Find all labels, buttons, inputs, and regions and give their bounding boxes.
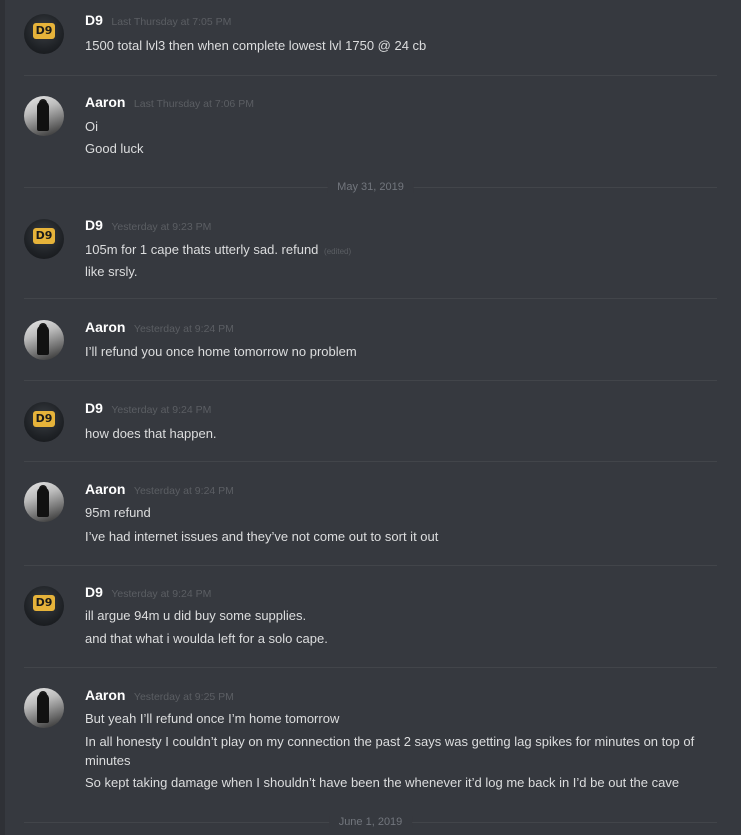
d9-logo-icon: D9 bbox=[33, 411, 55, 427]
message-header: Aaron Yesterday at 9:24 PM bbox=[85, 481, 234, 499]
username[interactable]: D9 bbox=[85, 400, 103, 416]
username[interactable]: Aaron bbox=[85, 481, 125, 497]
timestamp[interactable]: Last Thursday at 7:06 PM bbox=[134, 98, 254, 110]
date-divider-label: May 31, 2019 bbox=[327, 181, 414, 193]
message-divider bbox=[24, 565, 717, 566]
message-text: ill argue 94m u did buy some supplies. bbox=[85, 608, 307, 623]
message-text: 95m refund bbox=[85, 505, 151, 520]
timestamp[interactable]: Yesterday at 9:24 PM bbox=[111, 404, 211, 416]
message-text: Good luck bbox=[85, 141, 144, 156]
message-text: 1500 total lvl3 then when complete lowes… bbox=[85, 38, 427, 53]
timestamp[interactable]: Last Thursday at 7:05 PM bbox=[111, 16, 231, 28]
message-divider bbox=[24, 461, 717, 462]
date-divider: June 1, 2019 bbox=[24, 816, 717, 828]
message-text: I’ve had internet issues and they’ve not… bbox=[85, 529, 439, 544]
message-header: D9 Yesterday at 9:24 PM bbox=[85, 400, 211, 418]
timestamp[interactable]: Yesterday at 9:25 PM bbox=[134, 691, 234, 703]
username[interactable]: Aaron bbox=[85, 319, 125, 335]
message-text: Oi bbox=[85, 119, 98, 134]
message-text: But yeah I’ll refund once I’m home tomor… bbox=[85, 711, 340, 726]
user-avatar[interactable] bbox=[24, 482, 64, 522]
chat-message-list[interactable]: D9 D9 Last Thursday at 7:05 PM 1500 tota… bbox=[0, 0, 741, 835]
user-avatar[interactable]: D9 bbox=[24, 586, 64, 626]
message-text: I’ll refund you once home tomorrow no pr… bbox=[85, 344, 357, 359]
message-divider bbox=[24, 298, 717, 299]
timestamp[interactable]: Yesterday at 9:24 PM bbox=[111, 588, 211, 600]
date-divider: May 31, 2019 bbox=[24, 181, 717, 193]
username[interactable]: D9 bbox=[85, 12, 103, 28]
message-header: D9 Yesterday at 9:24 PM bbox=[85, 584, 211, 602]
date-divider-label: June 1, 2019 bbox=[328, 816, 413, 828]
edited-indicator: (edited) bbox=[324, 247, 352, 256]
message-text: like srsly. bbox=[85, 264, 138, 279]
user-avatar[interactable] bbox=[24, 688, 64, 728]
username[interactable]: D9 bbox=[85, 217, 103, 233]
user-avatar[interactable] bbox=[24, 320, 64, 360]
message-header: D9 Yesterday at 9:23 PM bbox=[85, 217, 211, 235]
channel-sidebar-edge bbox=[0, 0, 5, 835]
message-text: how does that happen. bbox=[85, 426, 217, 441]
user-avatar[interactable]: D9 bbox=[24, 219, 64, 259]
timestamp[interactable]: Yesterday at 9:24 PM bbox=[134, 485, 234, 497]
message-header: Aaron Yesterday at 9:24 PM bbox=[85, 319, 234, 337]
d9-logo-icon: D9 bbox=[33, 228, 55, 244]
message-text: So kept taking damage when I shouldn’t h… bbox=[85, 775, 680, 790]
message-divider bbox=[24, 667, 717, 668]
d9-logo-icon: D9 bbox=[33, 23, 55, 39]
message-text: In all honesty I couldn’t play on my con… bbox=[85, 734, 695, 768]
username[interactable]: Aaron bbox=[85, 94, 125, 110]
timestamp[interactable]: Yesterday at 9:23 PM bbox=[111, 221, 211, 233]
message-divider bbox=[24, 380, 717, 381]
message-header: D9 Last Thursday at 7:05 PM bbox=[85, 12, 231, 30]
message-text-content: 105m for 1 cape thats utterly sad. refun… bbox=[85, 242, 319, 257]
username[interactable]: Aaron bbox=[85, 687, 125, 703]
message-header: Aaron Last Thursday at 7:06 PM bbox=[85, 94, 254, 112]
user-avatar[interactable]: D9 bbox=[24, 402, 64, 442]
d9-logo-icon: D9 bbox=[33, 595, 55, 611]
message-text: and that what i woulda left for a solo c… bbox=[85, 631, 328, 646]
user-avatar[interactable] bbox=[24, 96, 64, 136]
message-divider bbox=[24, 75, 717, 76]
timestamp[interactable]: Yesterday at 9:24 PM bbox=[134, 323, 234, 335]
username[interactable]: D9 bbox=[85, 584, 103, 600]
message-header: Aaron Yesterday at 9:25 PM bbox=[85, 687, 234, 705]
message-text: 105m for 1 cape thats utterly sad. refun… bbox=[85, 240, 711, 261]
user-avatar[interactable]: D9 bbox=[24, 14, 64, 54]
